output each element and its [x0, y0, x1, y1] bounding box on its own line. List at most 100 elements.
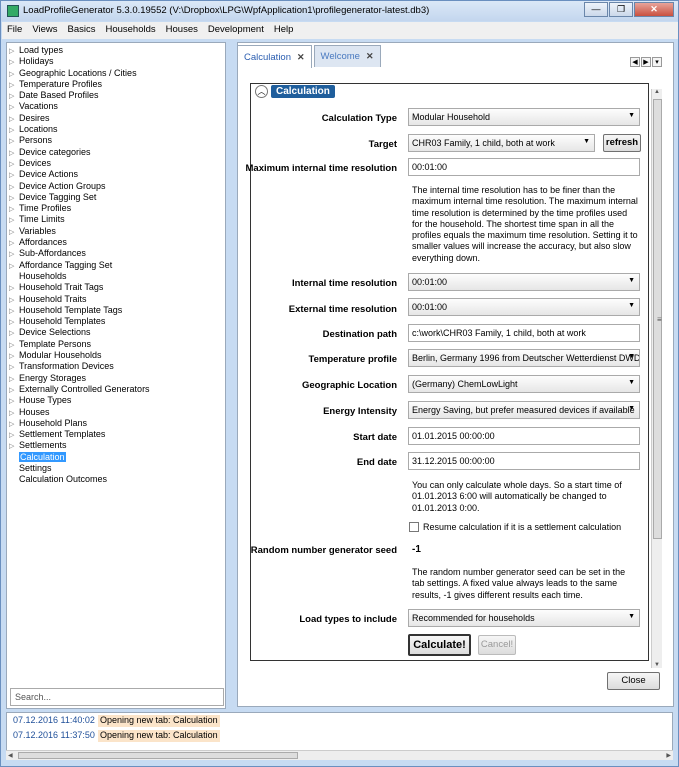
- scroll-up-icon[interactable]: ▲: [654, 89, 660, 95]
- sidebar-item[interactable]: ▷ Persons: [9, 135, 150, 146]
- sidebar-item[interactable]: ▷ Affordances: [9, 237, 150, 248]
- menu-basics[interactable]: Basics: [62, 22, 100, 39]
- expand-arrow-icon[interactable]: ▷: [9, 136, 19, 147]
- expand-arrow-icon[interactable]: ▷: [9, 102, 19, 113]
- minimize-icon[interactable]: —: [584, 2, 608, 17]
- menu-file[interactable]: File: [2, 22, 27, 39]
- sidebar-item[interactable]: Settings: [9, 463, 150, 474]
- sidebar-item[interactable]: Calculation: [9, 451, 150, 463]
- sidebar-item[interactable]: ▷ Time Profiles: [9, 203, 150, 214]
- sidebar-item[interactable]: ▷ Load types: [9, 45, 150, 56]
- expand-arrow-icon[interactable]: ▷: [9, 170, 19, 181]
- expand-arrow-icon[interactable]: ▷: [9, 328, 19, 339]
- target-select[interactable]: CHR03 Family, 1 child, both at work ▼: [408, 134, 595, 152]
- sidebar-item[interactable]: ▷ Time Limits: [9, 214, 150, 225]
- horizontal-scrollbar[interactable]: ◀ ▶: [6, 750, 673, 760]
- start-date-input[interactable]: 01.01.2015 00:00:00: [408, 427, 640, 445]
- expand-arrow-icon[interactable]: ▷: [9, 441, 19, 452]
- tab-calculation[interactable]: Calculation ✕: [237, 45, 312, 68]
- sidebar-item[interactable]: ▷ House Types: [9, 395, 150, 406]
- tab-left-icon[interactable]: ◀: [630, 57, 640, 67]
- sidebar-item[interactable]: ▷ Transformation Devices: [9, 361, 150, 372]
- calc-type-select[interactable]: Modular Household ▼: [408, 108, 640, 126]
- expand-arrow-icon[interactable]: ▷: [9, 283, 19, 294]
- sidebar-item[interactable]: ▷ Modular Households: [9, 350, 150, 361]
- energy-intensity-select[interactable]: Energy Saving, but prefer measured devic…: [408, 401, 640, 419]
- sidebar-item[interactable]: ▷ Template Persons: [9, 339, 150, 350]
- close-tab-icon[interactable]: ✕: [297, 52, 305, 63]
- sidebar-item[interactable]: ▷ Desires: [9, 113, 150, 124]
- resume-checkbox[interactable]: Resume calculation if it is a settlement…: [409, 522, 621, 532]
- temperature-select[interactable]: Berlin, Germany 1996 from Deutscher Wett…: [408, 349, 640, 367]
- sidebar-item[interactable]: ▷ Externally Controlled Generators: [9, 384, 150, 395]
- sidebar-item[interactable]: ▷ Household Plans: [9, 418, 150, 429]
- collapse-icon[interactable]: ︿: [255, 85, 268, 98]
- sidebar-item[interactable]: ▷ Geographic Locations / Cities: [9, 68, 150, 79]
- sidebar-item[interactable]: ▷ Energy Storages: [9, 373, 150, 384]
- sidebar-item[interactable]: ▷ Settlement Templates: [9, 429, 150, 440]
- sidebar-item[interactable]: ▷ Holidays: [9, 56, 150, 67]
- sidebar-item[interactable]: ▷ Locations: [9, 124, 150, 135]
- sidebar-item[interactable]: Households: [9, 271, 150, 282]
- sidebar-item[interactable]: ▷ Vacations: [9, 101, 150, 112]
- expand-arrow-icon[interactable]: ▷: [9, 295, 19, 306]
- menu-houses[interactable]: Houses: [161, 22, 203, 39]
- sidebar-item[interactable]: ▷ Household Templates: [9, 316, 150, 327]
- calculate-button[interactable]: Calculate!: [408, 634, 471, 656]
- scroll-thumb[interactable]: ≡: [653, 99, 662, 539]
- geo-location-select[interactable]: (Germany) ChemLowLight ▼: [408, 375, 640, 393]
- sidebar-item[interactable]: ▷ Sub-Affordances: [9, 248, 150, 259]
- sidebar-item[interactable]: Calculation Outcomes: [9, 474, 150, 485]
- sidebar-item[interactable]: ▷ Household Traits: [9, 294, 150, 305]
- max-resolution-input[interactable]: 00:01:00: [408, 158, 640, 176]
- sidebar-item[interactable]: ▷ Device Selections: [9, 327, 150, 338]
- tab-welcome[interactable]: Welcome ✕: [313, 45, 381, 67]
- menu-help[interactable]: Help: [269, 22, 299, 39]
- expand-arrow-icon[interactable]: ▷: [9, 261, 19, 272]
- close-tab-icon[interactable]: ✕: [366, 51, 374, 62]
- tab-list-icon[interactable]: ▾: [652, 57, 662, 67]
- sidebar-item[interactable]: ▷ Settlements: [9, 440, 150, 451]
- search-input[interactable]: Search...: [10, 688, 224, 706]
- expand-arrow-icon[interactable]: ▷: [9, 374, 19, 385]
- end-date-input[interactable]: 31.12.2015 00:00:00: [408, 452, 640, 470]
- expand-arrow-icon[interactable]: ▷: [9, 362, 19, 373]
- checkbox-icon[interactable]: [409, 522, 419, 532]
- menu-households[interactable]: Households: [100, 22, 160, 39]
- expand-arrow-icon[interactable]: ▷: [9, 215, 19, 226]
- sidebar-item[interactable]: ▷ Device Action Groups: [9, 181, 150, 192]
- restore-icon[interactable]: ❐: [609, 2, 633, 17]
- sidebar-item[interactable]: ▷ Device Actions: [9, 169, 150, 180]
- cancel-button[interactable]: Cancel!: [478, 635, 516, 655]
- expand-arrow-icon[interactable]: ▷: [9, 249, 19, 260]
- sidebar-item[interactable]: ▷ Affordance Tagging Set: [9, 260, 150, 271]
- expand-arrow-icon[interactable]: ▷: [9, 408, 19, 419]
- close-button[interactable]: Close: [607, 672, 660, 690]
- sidebar-item[interactable]: ▷ Houses: [9, 407, 150, 418]
- sidebar-item[interactable]: ▷ Device Tagging Set: [9, 192, 150, 203]
- external-resolution-select[interactable]: 00:01:00 ▼: [408, 298, 640, 316]
- scroll-down-icon[interactable]: ▼: [654, 662, 660, 668]
- scroll-thumb[interactable]: [18, 752, 298, 759]
- menu-views[interactable]: Views: [27, 22, 62, 39]
- sidebar-item[interactable]: ▷ Household Trait Tags: [9, 282, 150, 293]
- sidebar-item[interactable]: ▷ Devices: [9, 158, 150, 169]
- expand-arrow-icon[interactable]: ▷: [9, 69, 19, 80]
- close-icon[interactable]: ✕: [634, 2, 674, 17]
- sidebar-item[interactable]: ▷ Household Template Tags: [9, 305, 150, 316]
- menu-development[interactable]: Development: [203, 22, 269, 39]
- destination-input[interactable]: c:\work\CHR03 Family, 1 child, both at w…: [408, 324, 640, 342]
- expand-arrow-icon[interactable]: ▷: [9, 57, 19, 68]
- expand-arrow-icon[interactable]: ▷: [9, 396, 19, 407]
- vertical-scrollbar[interactable]: ▲ ≡ ▼: [651, 89, 662, 668]
- sidebar-item[interactable]: ▷ Date Based Profiles: [9, 90, 150, 101]
- sidebar-item[interactable]: ▷ Device categories: [9, 147, 150, 158]
- load-types-select[interactable]: Recommended for households ▼: [408, 609, 640, 627]
- refresh-button[interactable]: refresh: [603, 134, 641, 152]
- scroll-right-icon[interactable]: ▶: [666, 752, 671, 759]
- tab-right-icon[interactable]: ▶: [641, 57, 651, 67]
- expand-arrow-icon[interactable]: ▷: [9, 182, 19, 193]
- scroll-left-icon[interactable]: ◀: [8, 752, 13, 759]
- sidebar-item[interactable]: ▷ Variables: [9, 226, 150, 237]
- internal-resolution-select[interactable]: 00:01:00 ▼: [408, 273, 640, 291]
